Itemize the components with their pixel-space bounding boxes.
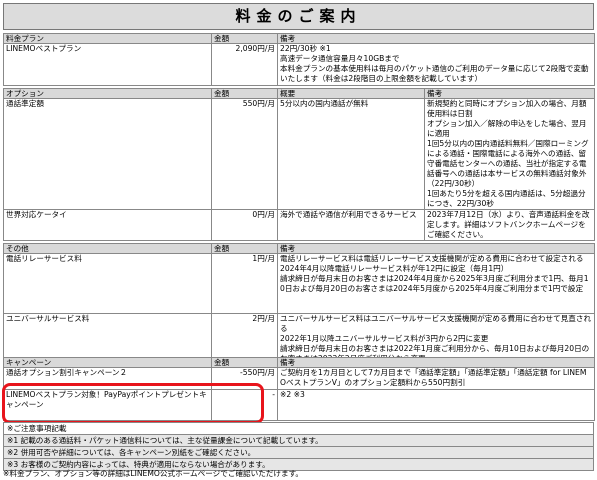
option-remarks: 新規契約と同時にオプション加入の場合、月額使用料は日割 オプション加入／解除の申… — [424, 98, 595, 210]
campaign-header-price: 金額 — [211, 357, 278, 368]
options-header-row: オプション 金額 概要 備考 — [3, 88, 595, 99]
others-row: 電話リレーサービス料 1円/月 電話リレーサービス料は電話リレーサービス支援機関… — [3, 253, 595, 314]
campaign-header-name: キャンペーン — [3, 357, 212, 368]
note-text: ※1 記載のある通話料・パケット通信料については、主な従量課金について記載してい… — [3, 434, 594, 447]
option-price: 0円/月 — [211, 209, 278, 241]
options-table: オプション 金額 概要 備考 通話準定額 550円/月 5分以内の国内通話が無料… — [3, 88, 595, 241]
note-row: ※1 記載のある通話料・パケット通信料については、主な従量課金について記載してい… — [3, 434, 594, 447]
option-summary: 海外で通話や通信が利用できるサービス — [277, 209, 425, 241]
note-text: ※2 併用可否や詳細については、各キャンペーン別紙をご確認ください。 — [3, 446, 594, 459]
plan-row: LINEMOベストプラン 2,090円/月 22円/30秒 ※1 高速データ通信… — [3, 43, 595, 86]
others-header-remarks: 備考 — [277, 243, 595, 254]
highlight-box — [2, 383, 264, 424]
note-row: ※2 併用可否や詳細については、各キャンペーン別紙をご確認ください。 — [3, 446, 594, 459]
campaign-remarks: ご契約月を1カ月目として7カ月目まで「通話準定額」「通話準定額」「通話定額 fo… — [277, 367, 595, 390]
option-summary: 5分以内の国内通話が無料 — [277, 98, 425, 210]
others-name: 電話リレーサービス料 — [3, 253, 212, 314]
plan-header-remarks: 備考 — [277, 33, 595, 44]
notes-table: ※ご注意事項記載 ※1 記載のある通話料・パケット通信料については、主な従量課金… — [3, 422, 594, 471]
option-name: 通話準定額 — [3, 98, 212, 210]
option-name: 世界対応ケータイ — [3, 209, 212, 241]
note-text: ※ご注意事項記載 — [3, 422, 594, 435]
options-row: 世界対応ケータイ 0円/月 海外で通話や通信が利用できるサービス 2023年7月… — [3, 209, 595, 241]
options-header-price: 金額 — [211, 88, 278, 99]
note-row: ※ご注意事項記載 — [3, 422, 594, 435]
campaign-header-remarks: 備考 — [277, 357, 595, 368]
plan-header-price: 金額 — [211, 33, 278, 44]
others-table: その他 金額 備考 電話リレーサービス料 1円/月 電話リレーサービス料は電話リ… — [3, 243, 595, 365]
plan-header-row: 料金プラン 金額 備考 — [3, 33, 595, 44]
others-header-name: その他 — [3, 243, 212, 254]
options-row: 通話準定額 550円/月 5分以内の国内通話が無料 新規契約と同時にオプション加… — [3, 98, 595, 210]
plan-table: 料金プラン 金額 備考 LINEMOベストプラン 2,090円/月 22円/30… — [3, 33, 595, 86]
campaign-header-row: キャンペーン 金額 備考 — [3, 357, 595, 368]
option-remarks: 2023年7月12日（水）より、音声通話料金を改定します。詳細はソフトバンクホー… — [424, 209, 595, 241]
options-header-name: オプション — [3, 88, 212, 99]
others-remarks: 電話リレーサービス料は電話リレーサービス支援機関が定める費用に合わせて設定される… — [277, 253, 595, 314]
others-header-row: その他 金額 備考 — [3, 243, 595, 254]
plan-remarks: 22円/30秒 ※1 高速データ通信容量月々10GBまで 本料金プランの基本使用… — [277, 43, 595, 86]
others-header-price: 金額 — [211, 243, 278, 254]
campaign-remarks: ※2 ※3 — [277, 389, 595, 421]
footer-note: ※料金プラン、オプション等の詳細はLINEMO公式ホームページでご確認いただけま… — [3, 469, 304, 478]
plan-name: LINEMOベストプラン — [3, 43, 212, 86]
options-header-remarks: 備考 — [424, 88, 595, 99]
others-price: 1円/月 — [211, 253, 278, 314]
option-price: 550円/月 — [211, 98, 278, 210]
page-title: 料金のご案内 — [3, 3, 594, 30]
plan-price: 2,090円/月 — [211, 43, 278, 86]
plan-header-name: 料金プラン — [3, 33, 212, 44]
options-header-summary: 概要 — [277, 88, 425, 99]
